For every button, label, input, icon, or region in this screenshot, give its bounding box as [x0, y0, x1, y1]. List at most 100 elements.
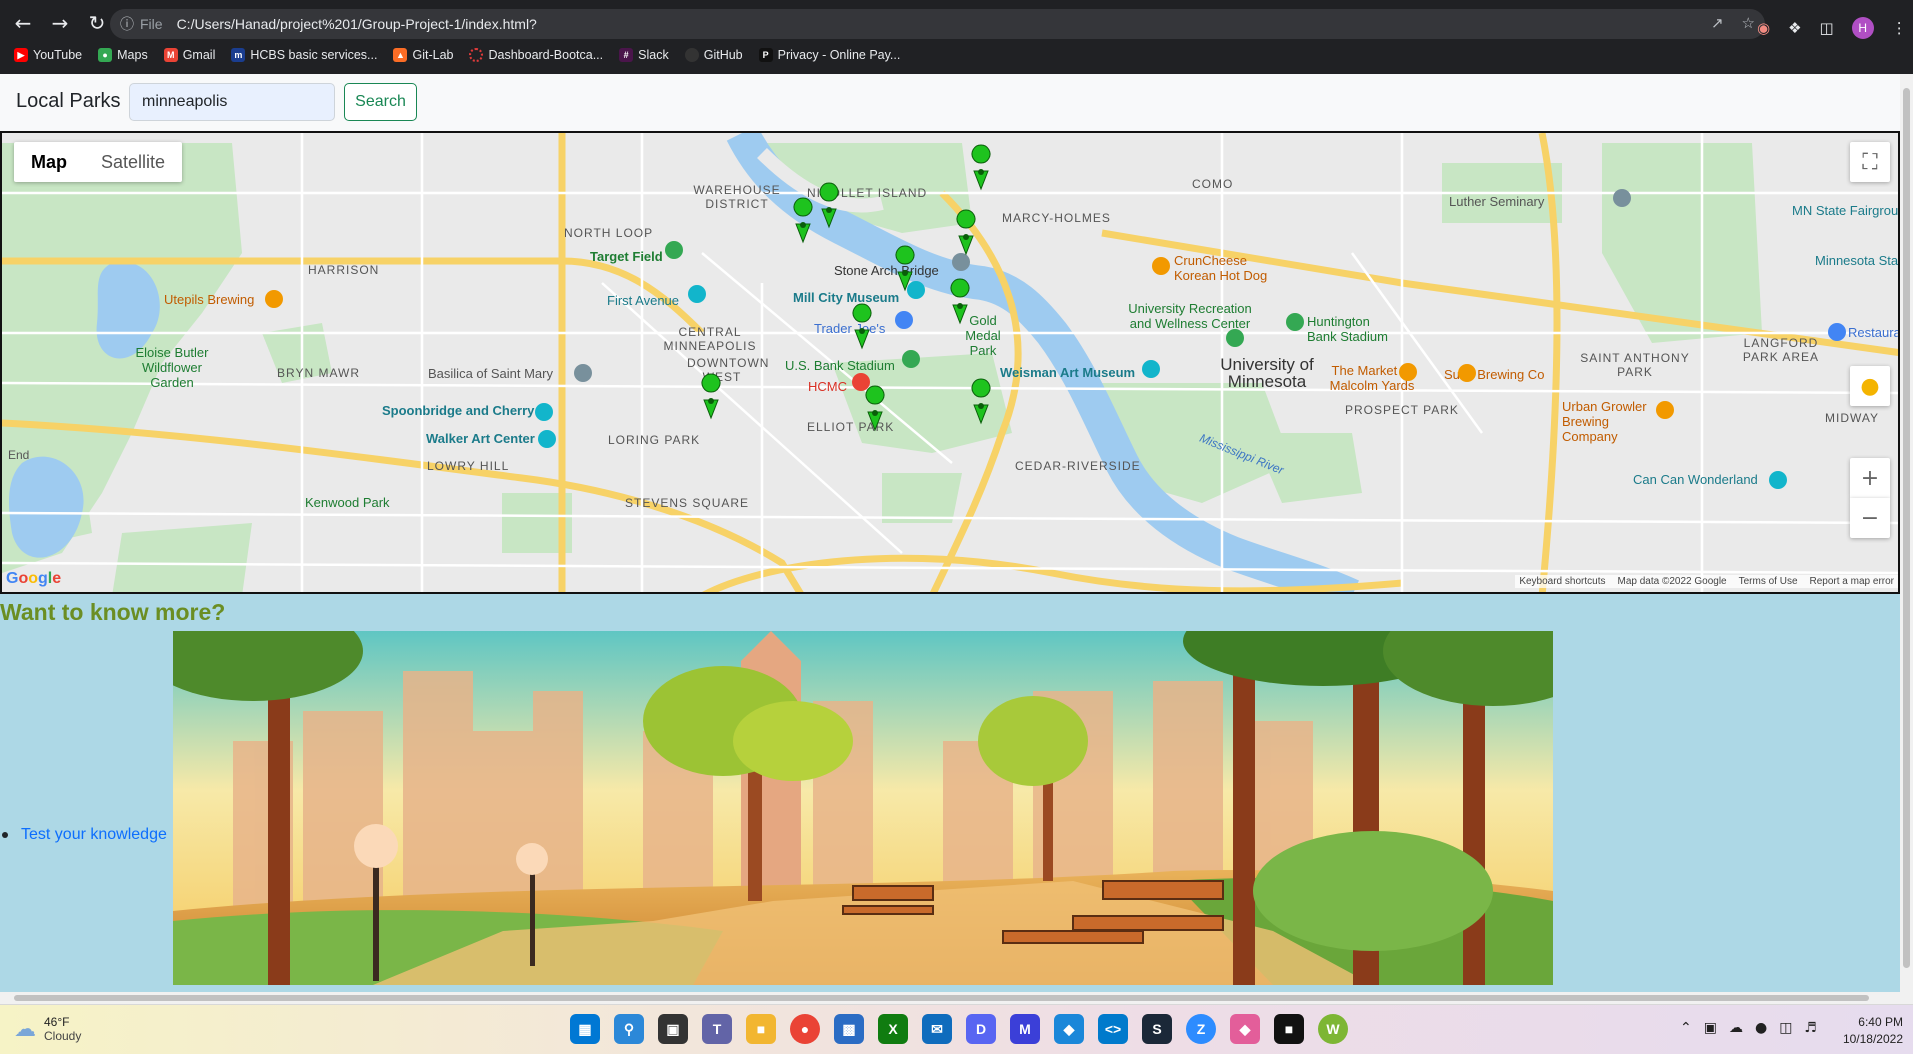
editor-icon[interactable]: M [1010, 1014, 1040, 1044]
chevron-up-icon[interactable]: ⌃ [1680, 1020, 1692, 1036]
slack-icon: # [619, 48, 634, 62]
google-map[interactable]: WAREHOUSE DISTRICT NICOLLET ISLAND COMO … [0, 131, 1900, 594]
park-marker [956, 209, 976, 256]
bookmark-label: Git-Lab [412, 48, 454, 62]
scrollbar-thumb[interactable] [14, 995, 1869, 1001]
horizontal-scrollbar[interactable] [0, 992, 1913, 1004]
report-error-link[interactable]: Report a map error [1810, 576, 1894, 587]
test-knowledge-link[interactable]: Test your knowledge [21, 826, 167, 844]
bookmark-label: Dashboard-Bootca... [488, 48, 604, 62]
extension-record-icon[interactable]: ◉ [1757, 19, 1770, 37]
bookmark-maps[interactable]: ● Maps [98, 48, 148, 62]
bookmark-gitlab[interactable]: ▲ Git-Lab [393, 48, 453, 62]
bookmark-label: GitHub [703, 48, 743, 62]
mail-icon[interactable]: ✉ [922, 1014, 952, 1044]
clock[interactable]: 6:40 PM 10/18/2022 [1843, 1014, 1903, 1048]
map-type-map-button[interactable]: Map [14, 142, 84, 182]
discord-icon[interactable]: D [966, 1014, 996, 1044]
search-input[interactable] [129, 83, 335, 121]
youtube-icon: ▶ [14, 48, 28, 62]
bookmark-label: Gmail [182, 48, 216, 62]
bookmark-gmail[interactable]: M Gmail [163, 48, 216, 62]
menu-kebab-icon[interactable]: ⋮ [1892, 19, 1907, 37]
pegman-icon[interactable]: ● [1850, 366, 1890, 406]
fullscreen-icon[interactable]: ⛶ [1850, 142, 1890, 182]
start-icon[interactable]: ▦ [570, 1014, 600, 1044]
w-app-icon[interactable]: W [1318, 1014, 1348, 1044]
clock-time: 6:40 PM [1858, 1015, 1903, 1029]
vertical-scrollbar[interactable] [1900, 74, 1913, 992]
taskbar-apps: ▦ ⚲ ▣ T ■ ● ▩ X ✉ D M ◆ <> S Z ◆ ■ W [570, 1014, 1348, 1044]
weather-condition: Cloudy [44, 1029, 82, 1043]
gitlab-icon: ▲ [393, 48, 408, 62]
park-marker [971, 144, 991, 191]
hcbs-icon: m [231, 48, 246, 62]
park-marker [895, 245, 915, 292]
weather-widget[interactable]: ☁ 46°F Cloudy [14, 1015, 81, 1043]
map-type-satellite-button[interactable]: Satellite [84, 142, 182, 182]
network-icon[interactable]: ▣ [1704, 1020, 1717, 1036]
terms-link[interactable]: Terms of Use [1739, 576, 1798, 587]
azure-icon[interactable]: ◆ [1054, 1014, 1084, 1044]
reload-icon[interactable]: ↻ [83, 9, 111, 37]
bookmark-star-icon[interactable]: ☆ [1742, 14, 1755, 32]
link-list: Test your knowledge [0, 826, 167, 844]
windows-taskbar: ☁ 46°F Cloudy ▦ ⚲ ▣ T ■ ● ▩ X ✉ D M ◆ <>… [0, 1004, 1913, 1054]
steam-icon[interactable]: S [1142, 1014, 1172, 1044]
chrome-icon[interactable]: ● [790, 1014, 820, 1044]
scrollbar-thumb[interactable] [1903, 88, 1910, 968]
bookmark-slack[interactable]: # Slack [619, 48, 669, 62]
maps-icon: ● [98, 48, 113, 62]
back-icon[interactable]: ← [9, 9, 37, 37]
address-bar[interactable]: ⓘ File C:/Users/Hanad/project%201/Group-… [110, 9, 1765, 39]
share-icon[interactable]: ↗ [1711, 14, 1724, 32]
privacy-icon: P [758, 48, 773, 62]
store-icon[interactable]: ▩ [834, 1014, 864, 1044]
navbar: Local Parks Search [0, 74, 1900, 131]
address-row: ← → ↻ ⓘ File C:/Users/Hanad/project%201/… [0, 6, 1913, 40]
vscode-icon[interactable]: <> [1098, 1014, 1128, 1044]
game-icon[interactable]: ■ [1274, 1014, 1304, 1044]
google-logo[interactable]: Google [6, 570, 61, 588]
park-marker [852, 303, 872, 350]
park-marker [819, 182, 839, 229]
search-icon[interactable]: ⚲ [614, 1014, 644, 1044]
teams-icon[interactable]: T [702, 1014, 732, 1044]
microphone-icon[interactable]: ● [1755, 1020, 1767, 1036]
bookmark-hcbs[interactable]: m HCBS basic services... [231, 48, 377, 62]
dashboard-icon [469, 48, 484, 62]
weather-temp: 46°F [44, 1015, 70, 1029]
forward-icon[interactable]: → [46, 9, 74, 37]
bookmark-github[interactable]: GitHub [684, 48, 743, 62]
xbox-icon[interactable]: X [878, 1014, 908, 1044]
zoom-in-icon[interactable]: + [1850, 458, 1890, 498]
bookmark-label: HCBS basic services... [250, 48, 378, 62]
bookmark-dashboard[interactable]: Dashboard-Bootca... [469, 48, 603, 62]
side-panel-icon[interactable]: ◫ [1820, 19, 1834, 37]
file-explorer-icon[interactable]: ■ [746, 1014, 776, 1044]
app-icon[interactable]: ◆ [1230, 1014, 1260, 1044]
onedrive-icon[interactable]: ☁ [1729, 1020, 1743, 1036]
zoom-out-icon[interactable]: − [1850, 498, 1890, 538]
wifi-icon[interactable]: ◫ [1779, 1020, 1792, 1036]
zoom-icon[interactable]: Z [1186, 1014, 1216, 1044]
bookmark-label: Slack [638, 48, 669, 62]
park-markers [701, 144, 991, 432]
keyboard-shortcuts-link[interactable]: Keyboard shortcuts [1519, 576, 1605, 587]
section-heading: Want to know more? [0, 599, 226, 625]
task-view-icon[interactable]: ▣ [658, 1014, 688, 1044]
cloud-icon: ☁ [14, 1016, 36, 1041]
bookmark-label: Maps [117, 48, 148, 62]
url-text[interactable]: C:/Users/Hanad/project%201/Group-Project… [177, 16, 537, 32]
bookmark-privacy[interactable]: P Privacy - Online Pay... [758, 48, 900, 62]
profile-avatar[interactable]: H [1851, 17, 1874, 39]
info-icon[interactable]: ⓘ [120, 14, 134, 34]
search-button[interactable]: Search [344, 83, 417, 121]
park-marker [793, 197, 813, 244]
brand-title[interactable]: Local Parks [16, 90, 121, 113]
map-type-control: Map Satellite [14, 142, 183, 182]
park-illustration [173, 631, 1553, 985]
bookmark-youtube[interactable]: ▶ YouTube [14, 48, 82, 62]
volume-icon[interactable]: ♬ [1804, 1020, 1817, 1036]
extensions-puzzle-icon[interactable]: ❖ [1788, 19, 1801, 37]
